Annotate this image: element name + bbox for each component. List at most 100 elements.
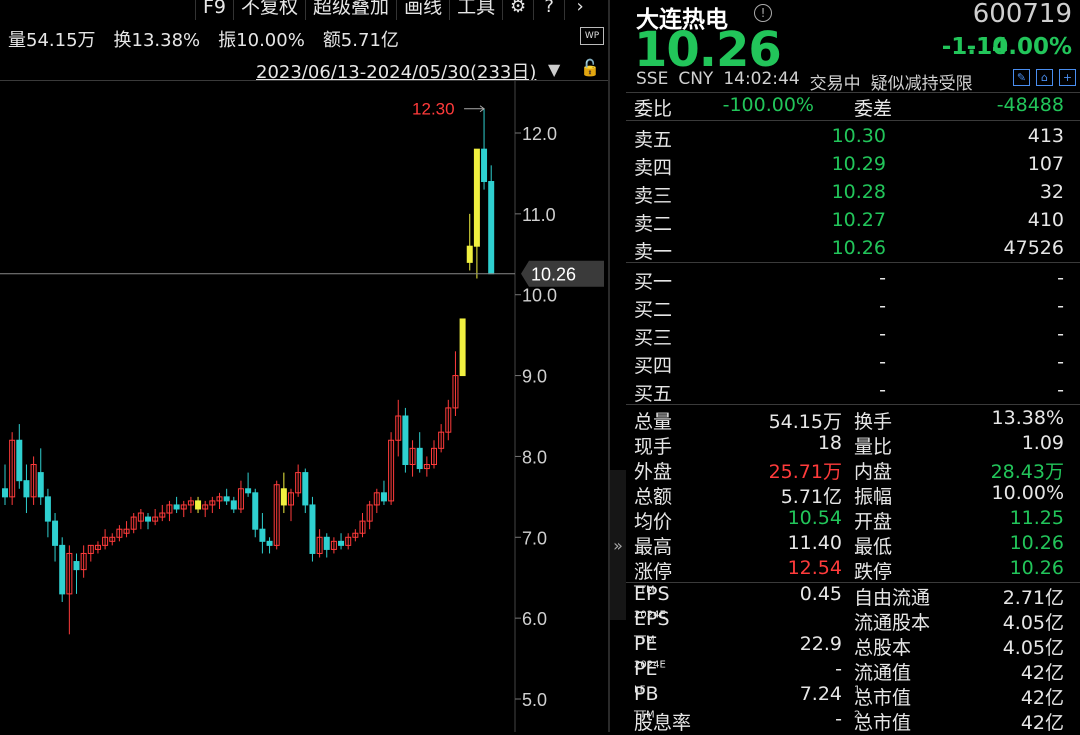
weibi-value: -100.00% (722, 94, 814, 116)
stat-label: 最高 (634, 536, 673, 558)
chart-panel: F9 不复权 超级叠加 画线 工具 ⚙ ? › 量54.15万 换13.38% … (0, 0, 608, 732)
bell-icon[interactable]: ⌂ (1036, 69, 1053, 86)
candle-body (488, 181, 495, 275)
add-icon[interactable]: + (1059, 69, 1076, 86)
candle-body (195, 500, 202, 510)
stat-amount: 额5.71亿 (322, 30, 399, 51)
chevron-right-icon[interactable]: › (564, 0, 595, 20)
stat-value: 10.54 (787, 507, 842, 529)
weibi-row: 委比 -100.00% 委差 -48488 (626, 94, 1080, 120)
ask-volume: 410 (1027, 209, 1064, 231)
divider (626, 262, 1080, 263)
stats-row: 涨停 12.54 跌停 10.26 (626, 557, 1080, 583)
stat-value: 54.15万 (768, 411, 842, 433)
quote-panel: 大连热电 ! 600719 10.26 -1.14 -10.00% SSE CN… (626, 0, 1080, 734)
candle-body (73, 561, 80, 571)
candle-body (44, 496, 51, 522)
candle-body (416, 447, 423, 470)
bid-row[interactable]: 买二 - - (626, 295, 1080, 321)
toolbar-f9-button[interactable]: F9 (195, 0, 233, 20)
candle-body (266, 540, 273, 546)
y-tick-label: 9.0 (522, 367, 547, 387)
ask-label: 卖二 (634, 213, 673, 235)
candle-body (481, 148, 488, 183)
toolbar-draw-button[interactable]: 画线 (396, 0, 449, 20)
range-dropdown-icon[interactable]: ▼ (548, 60, 560, 79)
stat-value: 13.38% (991, 407, 1064, 429)
stat-volume: 量54.15万 (8, 30, 96, 51)
info-icon[interactable]: ! (754, 4, 772, 22)
double-chevron-right-icon[interactable]: » (610, 470, 626, 620)
gear-icon[interactable]: ⚙ (502, 0, 533, 20)
stat-label: 外盘 (634, 461, 673, 483)
bid-price: - (879, 379, 886, 401)
ask-row[interactable]: 卖二 10.27 410 (626, 209, 1080, 235)
current-price-label: 10.26 (531, 265, 576, 285)
candle-body (2, 488, 8, 498)
ask-label: 卖一 (634, 241, 673, 263)
ask-row[interactable]: 卖三 10.28 32 (626, 181, 1080, 207)
candle-body (309, 504, 316, 554)
stats-row: 最高 11.40 最低 10.26 (626, 532, 1080, 558)
stat-value: 28.43万 (990, 461, 1064, 483)
ask-row[interactable]: 卖一 10.26 47526 (626, 237, 1080, 263)
help-icon[interactable]: ? (533, 0, 564, 20)
stats-row: 总额 5.71亿 振幅 10.00% (626, 482, 1080, 508)
bid-row[interactable]: 买一 - - (626, 267, 1080, 293)
fin-label: EPS TTM (634, 583, 670, 605)
bid-label: 买一 (634, 271, 673, 293)
stat-amplitude: 振10.00% (218, 30, 305, 51)
financial-row: PE 2024E - 流通值 42亿 (626, 658, 1080, 684)
bid-row[interactable]: 买五 - - (626, 379, 1080, 405)
stat-value: 12.54 (787, 557, 842, 579)
fin-label-main: 流通股本 (854, 612, 931, 634)
weibi-label: 委比 (634, 98, 673, 120)
bid-row[interactable]: 买三 - - (626, 323, 1080, 349)
candlestick-chart[interactable]: 12.0 11.0 10.0 9.0 8.0 7.0 6.0 5.0 10.26 12.30 (0, 81, 608, 732)
stat-label: 现手 (634, 436, 673, 458)
candle-body (402, 415, 409, 466)
ask-row[interactable]: 卖五 10.30 413 (626, 125, 1080, 151)
fin-value: 42亿 (1020, 687, 1064, 709)
edit-icon[interactable]: ✎ (1013, 69, 1030, 86)
stat-value: 1.09 (1021, 432, 1064, 454)
ask-label: 卖四 (634, 157, 673, 179)
financial-row: 股息率 TTM - 总市值 2 42亿 (626, 708, 1080, 734)
fin-label: PE 2024E (634, 658, 666, 680)
financial-row: PB LF 7.24 总市值 1 42亿 (626, 683, 1080, 709)
toolbar-tools-button[interactable]: 工具 (449, 0, 502, 20)
weicha-label: 委差 (854, 98, 893, 120)
fin-label-main: PE (634, 633, 658, 655)
candle-body (37, 472, 44, 498)
y-tick-label: 10.0 (522, 286, 557, 306)
financial-row: PE TTM 22.9 总股本 4.05亿 (626, 633, 1080, 659)
bid-label: 买五 (634, 383, 673, 405)
fin-label-main: 总市值 (854, 687, 912, 709)
quote-time: 14:02:44 (723, 69, 800, 89)
stats-row: 现手 18 量比 1.09 (626, 432, 1080, 458)
candle-body (230, 500, 237, 510)
weicha-value: -48488 (996, 94, 1064, 116)
toolbar-overlay-button[interactable]: 超级叠加 (305, 0, 396, 20)
panel-divider[interactable] (608, 0, 610, 732)
stat-value: 10.00% (991, 482, 1064, 504)
candle-body (173, 504, 180, 510)
ask-volume: 413 (1027, 125, 1064, 147)
candle-body (259, 528, 266, 542)
lock-icon[interactable]: 🔓 (580, 58, 600, 77)
bid-row[interactable]: 买四 - - (626, 351, 1080, 377)
wp-button[interactable]: WP (580, 27, 604, 45)
stat-turnover: 换13.38% (113, 30, 201, 51)
stat-label: 跌停 (854, 561, 893, 583)
candle-body (223, 496, 230, 502)
stats-row: 外盘 25.71万 内盘 28.43万 (626, 457, 1080, 483)
bid-price: - (879, 267, 886, 289)
fin-label-main: PE (634, 658, 658, 680)
currency-label: CNY (678, 69, 714, 89)
toolbar-no-adjust-button[interactable]: 不复权 (233, 0, 305, 20)
ask-row[interactable]: 卖四 10.29 107 (626, 153, 1080, 179)
y-tick-label: 5.0 (522, 690, 547, 710)
fin-value: 2.71亿 (1002, 587, 1064, 609)
stats-row: 均价 10.54 开盘 11.25 (626, 507, 1080, 533)
financial-row: EPS TTM 0.45 自由流通 2.71亿 (626, 583, 1080, 609)
